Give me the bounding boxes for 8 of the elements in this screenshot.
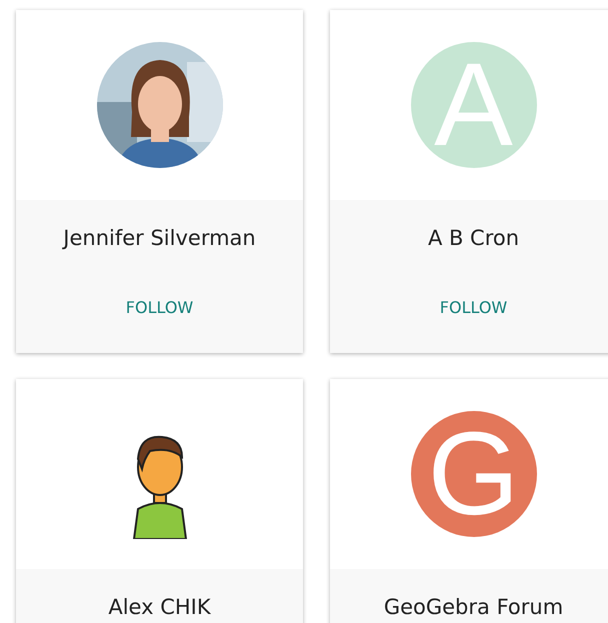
- user-name: Jennifer Silverman: [63, 226, 256, 250]
- letter-avatar: G: [410, 411, 536, 537]
- follow-button[interactable]: FOLLOW: [118, 294, 202, 321]
- letter-avatar: A: [410, 42, 536, 168]
- user-name: GeoGebra Forum: [384, 595, 564, 619]
- user-name: Alex CHIK: [108, 595, 211, 619]
- follow-button[interactable]: FOLLOW: [432, 294, 516, 321]
- user-name: A B Cron: [428, 226, 520, 250]
